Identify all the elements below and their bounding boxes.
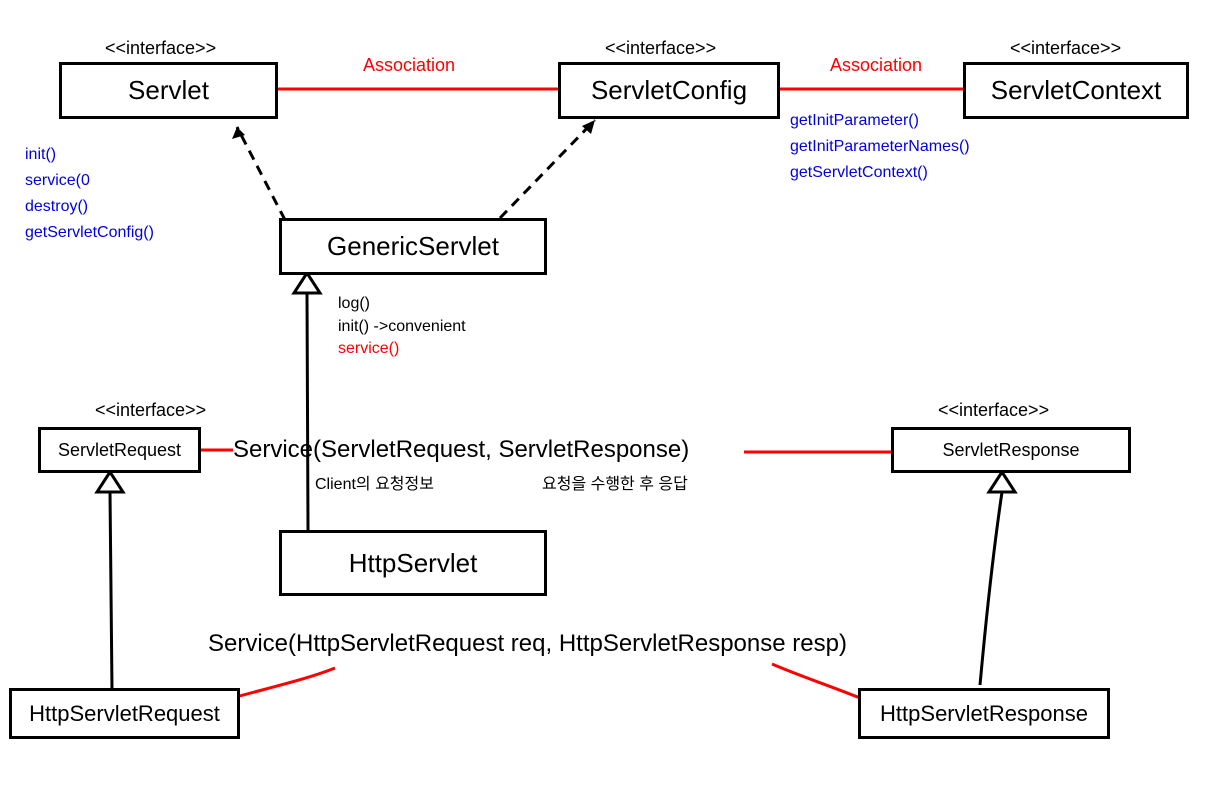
stereotype-servlet: <<interface>>	[105, 38, 216, 59]
method-config-getservletcontext: getServletContext()	[790, 164, 928, 182]
class-servletcontext-label: ServletContext	[991, 75, 1162, 106]
note-response: 요청을 수행한 후 응답	[542, 470, 688, 494]
class-httpservletresponse-label: HttpServletResponse	[880, 701, 1088, 727]
class-servlet-label: Servlet	[128, 75, 209, 106]
class-httpservletrequest: HttpServletRequest	[9, 688, 240, 739]
class-genericservlet: GenericServlet	[279, 218, 547, 275]
method-servlet-init: init()	[25, 146, 56, 164]
class-servletresponse: ServletResponse	[891, 427, 1131, 473]
stereotype-servletresponse: <<interface>>	[938, 400, 1049, 421]
class-httpservlet-label: HttpServlet	[349, 548, 478, 579]
class-httpservletresponse: HttpServletResponse	[858, 688, 1110, 739]
signature-service-1: Service(ServletRequest, ServletResponse)	[233, 436, 689, 464]
assoc-label-1: Association	[363, 55, 455, 76]
method-servlet-service: service(0	[25, 172, 90, 190]
class-servletrequest: ServletRequest	[38, 427, 201, 473]
method-config-getinitparameter: getInitParameter()	[790, 112, 919, 130]
method-config-getinitparameternames: getInitParameterNames()	[790, 138, 970, 156]
method-generic-service: service()	[338, 340, 399, 358]
class-servletresponse-label: ServletResponse	[942, 440, 1079, 461]
class-servletconfig-label: ServletConfig	[591, 75, 747, 106]
class-servlet: Servlet	[59, 62, 278, 119]
method-servlet-destroy: destroy()	[25, 198, 88, 216]
class-httpservletrequest-label: HttpServletRequest	[29, 701, 220, 727]
method-generic-log: log()	[338, 295, 370, 313]
stereotype-servletrequest: <<interface>>	[95, 400, 206, 421]
assoc-label-2: Association	[830, 55, 922, 76]
note-client-request: Client의 요청정보	[315, 470, 434, 494]
class-genericservlet-label: GenericServlet	[327, 231, 499, 262]
method-generic-init: init() ->convenient	[338, 318, 466, 336]
signature-service-2: Service(HttpServletRequest req, HttpServ…	[208, 630, 847, 658]
stereotype-servletconfig: <<interface>>	[605, 38, 716, 59]
uml-canvas: <<interface>> <<interface>> <<interface>…	[0, 0, 1211, 787]
class-httpservlet: HttpServlet	[279, 530, 547, 596]
stereotype-servletcontext: <<interface>>	[1010, 38, 1121, 59]
method-servlet-getservletconfig: getServletConfig()	[25, 224, 154, 242]
class-servletconfig: ServletConfig	[558, 62, 780, 119]
class-servletrequest-label: ServletRequest	[58, 440, 181, 461]
class-servletcontext: ServletContext	[963, 62, 1189, 119]
